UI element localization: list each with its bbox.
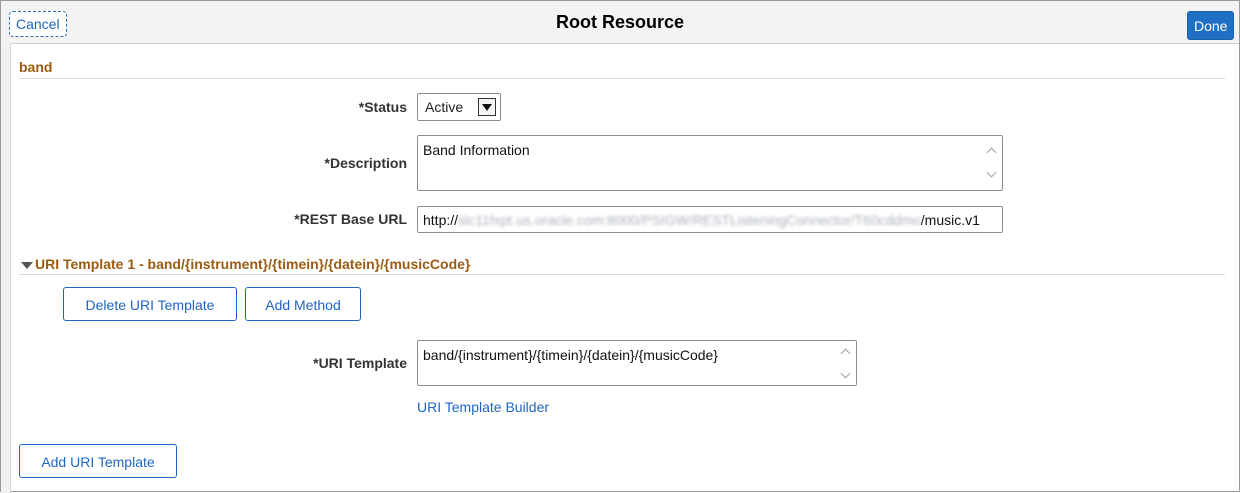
- scroll-up-icon[interactable]: [840, 347, 852, 355]
- add-method-button[interactable]: Add Method: [245, 287, 361, 321]
- section-divider: [19, 78, 1225, 79]
- rest-base-url-field[interactable]: http://slc11fxpt.us.oracle.com:8000/PSIG…: [417, 206, 1003, 233]
- status-select[interactable]: Active: [417, 93, 501, 121]
- description-value: Band Information: [423, 142, 530, 158]
- status-value: Active: [425, 99, 464, 115]
- url-suffix: /music.v1: [920, 212, 980, 228]
- uri-template-field[interactable]: band/{instrument}/{timein}/{datein}/{mus…: [417, 340, 857, 386]
- scroll-up-icon[interactable]: [986, 146, 998, 154]
- section-divider: [19, 274, 1225, 275]
- background-page-edge: [1, 43, 11, 493]
- scroll-down-icon[interactable]: [986, 170, 998, 178]
- uri-template-value: band/{instrument}/{timein}/{datein}/{mus…: [423, 347, 718, 363]
- description-label: *Description: [324, 155, 407, 171]
- delete-uri-template-button[interactable]: Delete URI Template: [63, 287, 237, 321]
- done-button[interactable]: Done: [1187, 11, 1234, 40]
- resource-section-title: band: [19, 59, 53, 75]
- scroll-down-icon[interactable]: [840, 371, 852, 379]
- status-label: *Status: [358, 99, 407, 115]
- uri-template-section-title[interactable]: URI Template 1 - band/{instrument}/{time…: [35, 256, 470, 272]
- url-prefix: http://: [423, 212, 459, 228]
- uri-template-label: *URI Template: [313, 355, 407, 371]
- uri-template-builder-link[interactable]: URI Template Builder: [417, 399, 549, 415]
- description-field[interactable]: Band Information: [417, 135, 1003, 191]
- chevron-down-icon[interactable]: [478, 98, 496, 116]
- page-title: Root Resource: [555, 12, 685, 32]
- add-uri-template-button[interactable]: Add URI Template: [19, 444, 177, 478]
- collapse-triangle-icon[interactable]: [21, 262, 33, 269]
- modal-header: Cancel Root Resource Done: [1, 1, 1239, 44]
- url-host-obscured: slc11fxpt.us.oracle.com:8000/PSIGW/RESTL…: [458, 212, 921, 228]
- modal-window: Cancel Root Resource Done band *Status A…: [0, 0, 1240, 493]
- rest-base-url-label: *REST Base URL: [294, 211, 407, 227]
